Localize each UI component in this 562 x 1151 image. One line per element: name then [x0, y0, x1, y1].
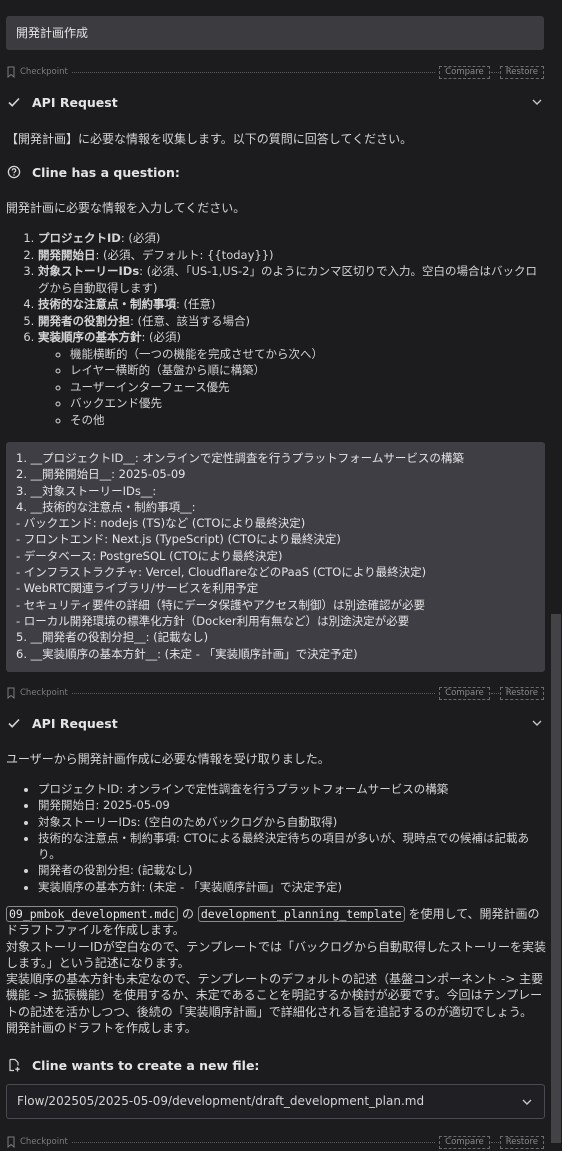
response-intro: ユーザーから開発計画作成に必要な情報を受け取りました。: [6, 752, 330, 766]
answer-line: 6. __実装順序の基本方針__: (未定 - 「実装順序計画」で決定予定): [16, 646, 358, 661]
new-file-title: Cline wants to create a new file:: [32, 1057, 260, 1073]
answer-line: 1. __プロジェクトID__: オンラインで定性調査を行うプラットフォームサー…: [16, 451, 464, 465]
sub-list-item: レイヤー横断的（基盤から順に構築）: [70, 362, 548, 379]
sub-list-item: バックエンド優先: [70, 395, 548, 412]
summary-list: プロジェクトID: オンラインで定性調査を行うプラットフォームサービスの構築 開…: [6, 781, 548, 895]
compare-button[interactable]: Compare: [439, 1135, 490, 1149]
answer-line: - インフラストラクチャ: Vercel, CloudflareなどのPaaS …: [16, 565, 427, 580]
list-item: 開発開始日: 2025-05-09: [38, 797, 548, 813]
checkpoint-label: Checkpoint: [20, 1136, 68, 1147]
check-icon: [6, 715, 22, 731]
user-answer: 1. __プロジェクトID__: オンラインで定性調査を行うプラットフォームサー…: [6, 442, 545, 672]
sub-list-item: その他: [70, 412, 548, 429]
restore-button[interactable]: Restore: [499, 686, 544, 700]
bookmark-icon: [7, 1136, 15, 1148]
checkpoint-label: Checkpoint: [20, 66, 68, 77]
question-header: Cline has a question:: [6, 163, 544, 181]
chevron-down-icon: [522, 1099, 532, 1105]
api-request-header[interactable]: API Request: [6, 714, 544, 732]
response-body: 09_pmbok_development.mdc の development_p…: [6, 906, 546, 1036]
answer-line: - データベース: PostgreSQL (CTOにより最終決定): [16, 548, 283, 563]
response-paragraph: 開発計画のドラフトを作成します。: [6, 1021, 197, 1036]
checkpoint-label: Checkpoint: [20, 687, 68, 698]
file-path: Flow/202505/2025-05-09/development/draft…: [17, 1094, 425, 1108]
question-intro: 開発計画に必要な情報を入力してください。: [6, 201, 246, 215]
answer-line: - バックエンド: nodejs (TS)など (CTOにより最終決定): [16, 516, 306, 531]
api-request-title: API Request: [32, 715, 118, 731]
bookmark-icon: [7, 66, 15, 78]
new-file-icon: [6, 1057, 22, 1073]
question-title: Cline has a question:: [32, 164, 180, 180]
list-item: 実装順序の基本方針: (必須) 機能横断的（一つの機能を完成させてから次へ） レ…: [38, 329, 548, 428]
answer-line: 3. __対象ストーリーIDs__:: [16, 483, 157, 498]
code-filename: 09_pmbok_development.mdc: [6, 906, 179, 922]
api-request-title: API Request: [32, 94, 118, 110]
list-item: 技術的な注意点・制約事項: (任意): [38, 296, 548, 313]
bookmark-icon: [7, 687, 15, 699]
restore-button[interactable]: Restore: [499, 65, 544, 79]
list-item: 対象ストーリーIDs: (空白のためバックログから自動取得): [38, 814, 548, 830]
question-list: プロジェクトID: (必須) 開発開始日: (必須、デフォルト: {{today…: [6, 230, 548, 428]
response-paragraph: 対象ストーリーIDが空白なので、テンプレートでは「バックログから自動取得したスト…: [6, 939, 546, 970]
list-item: 開発者の役割分担: (記載なし): [38, 862, 548, 878]
new-file-header: Cline wants to create a new file:: [6, 1056, 544, 1074]
compare-button[interactable]: Compare: [439, 686, 490, 700]
chevron-down-icon[interactable]: [530, 716, 544, 730]
api-request-header[interactable]: API Request: [6, 93, 544, 111]
restore-button[interactable]: Restore: [499, 1135, 544, 1149]
sub-list-item: 機能横断的（一つの機能を完成させてから次へ）: [70, 346, 548, 363]
response-paragraph: 09_pmbok_development.mdc の development_p…: [6, 906, 540, 938]
answer-line: - フロントエンド: Next.js (TypeScript) (CTOにより最…: [16, 532, 341, 547]
scrollbar-thumb[interactable]: [551, 614, 561, 1143]
list-item: 対象ストーリーIDs: (必須、「US-1,US-2」のようにカンマ区切りで入力…: [38, 263, 548, 296]
answer-line: 4. __技術的な注意点・制約事項__:: [16, 499, 196, 514]
answer-line: 5. __開発者の役割分担__: (記載なし): [16, 630, 209, 645]
checkpoint-row: Checkpoint Compare Restore: [6, 686, 544, 700]
code-template: development_planning_template: [197, 906, 405, 922]
answer-line: 2. __開発開始日__: 2025-05-09: [16, 467, 186, 482]
sub-list-item: ユーザーインターフェース優先: [70, 379, 548, 396]
check-icon: [6, 94, 22, 110]
checkpoint-row: Checkpoint Compare Restore: [6, 65, 544, 79]
answer-line: - セキュリティ要件の詳細（特にデータ保護やアクセス制御）は別途確認が必要: [16, 597, 426, 612]
answer-line: - WebRTC関連ライブラリ/サービスを利用予定: [16, 581, 259, 596]
list-item: プロジェクトID: オンラインで定性調査を行うプラットフォームサービスの構築: [38, 781, 548, 797]
user-message: 開発計画作成: [6, 16, 544, 50]
response-paragraph: 実装順序の基本方針も未定なので、テンプレートのデフォルトの記述（基盤コンポーネン…: [6, 972, 544, 1019]
compare-button[interactable]: Compare: [439, 65, 490, 79]
question-circle-icon: [6, 164, 22, 180]
list-item: 開発者の役割分担: (任意、該当する場合): [38, 313, 548, 330]
answer-line: - ローカル開発環境の標準化方針（Docker利用有無など）は別途決定が必要: [16, 613, 410, 628]
chevron-down-icon[interactable]: [530, 95, 544, 109]
api-request-text: 【開発計画】に必要な情報を収集します。以下の質問に回答してください。: [6, 132, 413, 146]
list-item: 実装順序の基本方針: (未定 - 「実装順序計画」で決定予定): [38, 879, 548, 895]
checkpoint-row: Checkpoint Compare Restore: [6, 1135, 544, 1149]
list-item: 技術的な注意点・制約事項: CTOによる最終決定待ちの項目が多いが、現時点での候…: [38, 830, 548, 863]
list-item: プロジェクトID: (必須): [38, 230, 548, 247]
file-path-dropdown[interactable]: Flow/202505/2025-05-09/development/draft…: [6, 1084, 545, 1119]
list-item: 開発開始日: (必須、デフォルト: {{today}}): [38, 247, 548, 264]
